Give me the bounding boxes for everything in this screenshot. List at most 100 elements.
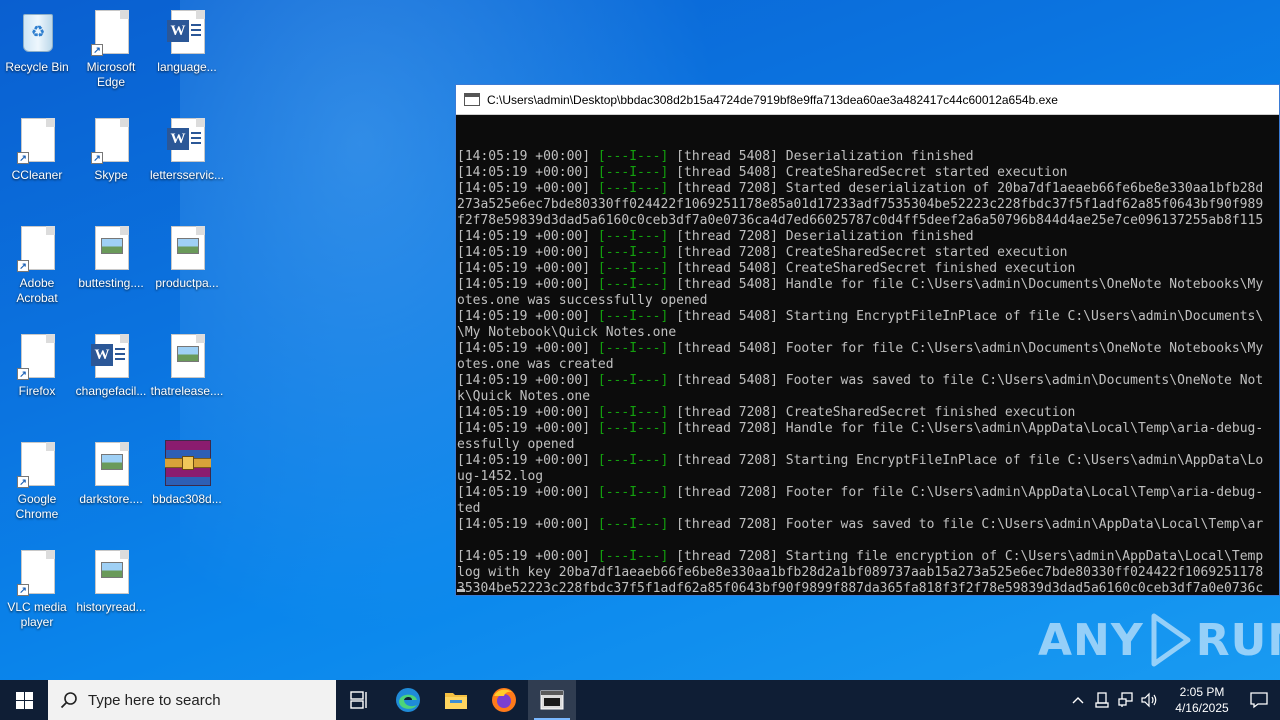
log-message: [thread 7208] Starting EncryptFileInPlac… bbox=[668, 453, 1264, 468]
log-message: [thread 7208] Handle for file C:\Users\a… bbox=[668, 421, 1264, 436]
shortcut-doc-icon: ↗ bbox=[13, 548, 61, 596]
desktop-icon[interactable]: Wlanguage... bbox=[149, 8, 225, 75]
log-timestamp: [14:05:19 +00:00] bbox=[457, 181, 598, 196]
log-level-tag: [---I---] bbox=[597, 165, 669, 180]
shortcut-doc-icon: ↗ bbox=[13, 224, 61, 272]
log-timestamp: [14:05:19 +00:00] bbox=[457, 245, 598, 260]
tray-volume-button[interactable] bbox=[1138, 680, 1162, 720]
log-level-tag: [---I---] bbox=[597, 405, 669, 420]
log-message: [thread 7208] Footer was saved to file C… bbox=[668, 517, 1264, 532]
taskbar: Type here to search 2:05 PM 4/16/2025 bbox=[0, 680, 1280, 720]
log-message: [thread 5408] Footer was saved to file C… bbox=[668, 373, 1264, 388]
image-file-icon bbox=[163, 224, 211, 272]
desktop-icon[interactable]: ↗ Adobe Acrobat bbox=[0, 224, 75, 306]
desktop-icon-label: language... bbox=[157, 60, 217, 74]
task-view-icon bbox=[350, 691, 367, 709]
taskbar-file-explorer-button[interactable] bbox=[432, 680, 480, 720]
speaker-icon bbox=[1141, 692, 1157, 708]
console-line: [14:05:19 +00:00] [---I---] [thread 7208… bbox=[457, 229, 1279, 245]
console-output[interactable]: [14:05:19 +00:00] [---I---] [thread 5408… bbox=[456, 115, 1279, 595]
console-line: [14:05:19 +00:00] [---I---] [thread 7208… bbox=[457, 549, 1279, 565]
log-timestamp: [14:05:19 +00:00] bbox=[457, 277, 598, 292]
console-line: [14:05:19 +00:00] [---I---] [thread 7208… bbox=[457, 517, 1279, 533]
desktop-icon-label: Microsoft Edge bbox=[86, 60, 136, 89]
desktop-icon[interactable]: ♻ Recycle Bin bbox=[0, 8, 75, 75]
log-message: [thread 7208] Deserialization finished bbox=[668, 229, 974, 244]
clock-time: 2:05 PM bbox=[1179, 685, 1225, 699]
console-cursor bbox=[457, 589, 465, 592]
desktop-icon[interactable]: ↗ CCleaner bbox=[0, 116, 75, 183]
desktop-icon[interactable]: ↗ VLC media player bbox=[0, 548, 75, 630]
log-message: [thread 5408] Handle for file C:\Users\a… bbox=[668, 277, 1264, 292]
console-line: otes.one was created bbox=[457, 357, 1279, 373]
desktop-icon[interactable]: productpa... bbox=[149, 224, 225, 291]
taskbar-console-button[interactable] bbox=[528, 680, 576, 720]
desktop-icon[interactable]: ↗ Microsoft Edge bbox=[73, 8, 149, 90]
console-line: [14:05:19 +00:00] [---I---] [thread 7208… bbox=[457, 485, 1279, 501]
tray-device-button[interactable] bbox=[1090, 680, 1114, 720]
desktop-icon[interactable]: ↗ Firefox bbox=[0, 332, 75, 399]
log-level-tag: [---I---] bbox=[597, 549, 669, 564]
log-message: [thread 7208] Starting file encryption o… bbox=[668, 549, 1264, 564]
console-app-icon bbox=[540, 690, 564, 710]
log-level-tag: [---I---] bbox=[597, 229, 669, 244]
start-button[interactable] bbox=[0, 680, 48, 720]
log-level-tag: [---I---] bbox=[597, 309, 669, 324]
clock-date: 4/16/2025 bbox=[1175, 701, 1229, 715]
taskbar-edge-button[interactable] bbox=[384, 680, 432, 720]
console-line: [14:05:19 +00:00] [---I---] [thread 5408… bbox=[457, 309, 1279, 325]
desktop-icon[interactable]: bbdac308d... bbox=[149, 440, 225, 507]
desktop-icon[interactable]: darkstore.... bbox=[73, 440, 149, 507]
log-message: [thread 7208] CreateSharedSecret finishe… bbox=[668, 405, 1076, 420]
taskbar-firefox-button[interactable] bbox=[480, 680, 528, 720]
desktop-icon[interactable]: Wlettersservic... bbox=[149, 116, 225, 183]
log-message: otes.one was created bbox=[457, 357, 614, 372]
log-timestamp: [14:05:19 +00:00] bbox=[457, 405, 598, 420]
console-line: [14:05:19 +00:00] [---I---] [thread 5408… bbox=[457, 341, 1279, 357]
desktop-icon[interactable]: buttesting.... bbox=[73, 224, 149, 291]
desktop-icon[interactable]: ↗ Skype bbox=[73, 116, 149, 183]
desktop-icon-label: Adobe Acrobat bbox=[16, 276, 58, 305]
image-file-icon bbox=[163, 332, 211, 380]
desktop-icon-label: productpa... bbox=[155, 276, 219, 290]
chevron-up-icon bbox=[1072, 697, 1084, 704]
desktop-icon[interactable]: Wchangefacil... bbox=[73, 332, 149, 399]
desktop-icon-label: VLC media player bbox=[7, 600, 67, 629]
log-timestamp: [14:05:19 +00:00] bbox=[457, 421, 598, 436]
log-timestamp: [14:05:19 +00:00] bbox=[457, 453, 598, 468]
watermark-play-icon bbox=[1151, 613, 1191, 667]
desktop-icon-label: thatrelease.... bbox=[150, 384, 224, 398]
desktop-icon-label: changefacil... bbox=[75, 384, 147, 398]
system-tray: 2:05 PM 4/16/2025 bbox=[1066, 680, 1280, 720]
shortcut-doc-icon: ↗ bbox=[87, 116, 135, 164]
log-message: otes.one was successfully opened bbox=[457, 293, 708, 308]
log-level-tag: [---I---] bbox=[597, 453, 669, 468]
log-message: [thread 5408] CreateSharedSecret finishe… bbox=[668, 261, 1076, 276]
desktop-icon-label: Firefox bbox=[18, 384, 56, 398]
log-message: ug-1452.log bbox=[457, 469, 544, 484]
action-center-button[interactable] bbox=[1238, 680, 1280, 720]
taskbar-search-box[interactable]: Type here to search bbox=[48, 680, 336, 720]
console-line: log with key 20ba7df1aeaeb66fe6be8e330aa… bbox=[457, 565, 1279, 581]
desktop-icon[interactable]: thatrelease.... bbox=[149, 332, 225, 399]
console-line: \My Notebook\Quick Notes.one bbox=[457, 325, 1279, 341]
log-message: [thread 5408] Starting EncryptFileInPlac… bbox=[668, 309, 1264, 324]
shortcut-doc-icon: ↗ bbox=[13, 116, 61, 164]
desktop-icon[interactable]: historyread... bbox=[73, 548, 149, 615]
console-window[interactable]: C:\Users\admin\Desktop\bbdac308d2b15a472… bbox=[455, 84, 1280, 596]
console-line: [14:05:19 +00:00] [---I---] [thread 7208… bbox=[457, 421, 1279, 437]
show-hidden-icons-button[interactable] bbox=[1066, 680, 1090, 720]
tray-network-button[interactable] bbox=[1114, 680, 1138, 720]
console-titlebar[interactable]: C:\Users\admin\Desktop\bbdac308d2b15a472… bbox=[456, 85, 1279, 115]
image-file-icon bbox=[87, 440, 135, 488]
word-doc-icon: W bbox=[163, 116, 211, 164]
task-view-button[interactable] bbox=[336, 680, 384, 720]
log-level-tag: [---I---] bbox=[597, 181, 669, 196]
log-message: [thread 7208] CreateSharedSecret started… bbox=[668, 245, 1068, 260]
taskbar-clock[interactable]: 2:05 PM 4/16/2025 bbox=[1166, 684, 1238, 716]
console-line: [14:05:19 +00:00] [---I---] [thread 5408… bbox=[457, 277, 1279, 293]
log-message: [thread 5408] Footer for file C:\Users\a… bbox=[668, 341, 1264, 356]
console-line: [14:05:19 +00:00] [---I---] [thread 7208… bbox=[457, 453, 1279, 469]
desktop-icon[interactable]: ↗ Google Chrome bbox=[0, 440, 75, 522]
log-level-tag: [---I---] bbox=[597, 277, 669, 292]
